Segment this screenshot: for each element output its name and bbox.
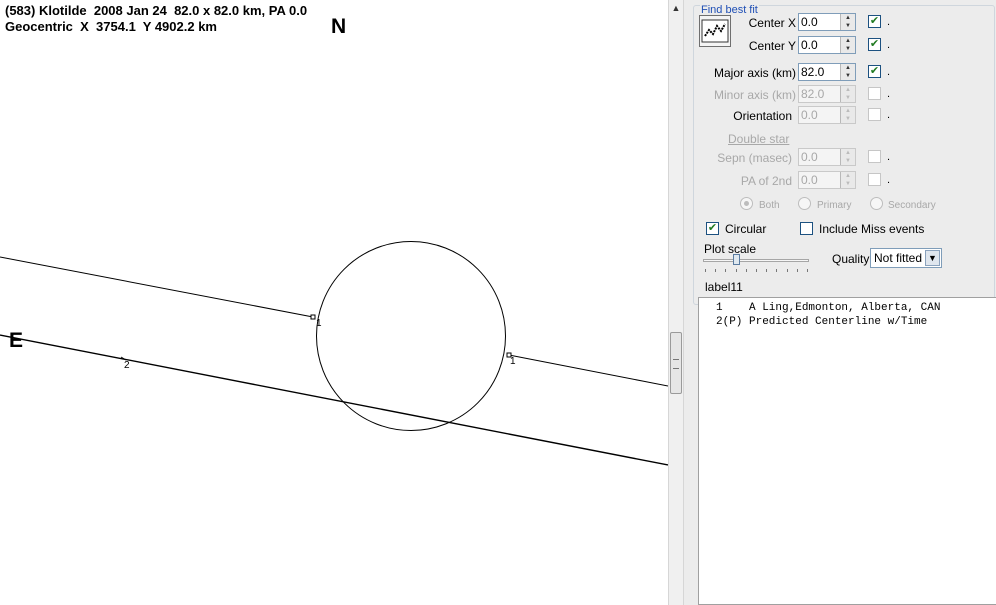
- chord-label: 1: [510, 356, 516, 367]
- slider-tick: [705, 269, 706, 272]
- radio-primary[interactable]: [798, 197, 811, 210]
- spinner-arrows-icon[interactable]: ▲ ▼: [840, 107, 855, 123]
- scrollbar-thumb[interactable]: [670, 332, 682, 394]
- include-miss-checkbox[interactable]: [800, 222, 813, 235]
- chord-label: 2: [124, 360, 130, 371]
- slider-thumb[interactable]: [733, 254, 740, 265]
- radio-both-label: Both: [759, 200, 780, 211]
- checkbox-suffix: .: [887, 151, 891, 163]
- slider-tick: [736, 269, 737, 272]
- slider-track: [703, 259, 809, 262]
- minor-axis-label: Minor axis (km): [713, 88, 796, 102]
- chord-line-1-west: [0, 256, 314, 318]
- spinner-arrows-icon[interactable]: ▲ ▼: [840, 64, 855, 80]
- checkbox-suffix: .: [887, 88, 891, 100]
- plot-canvas: [0, 241, 668, 466]
- center-y-spinner[interactable]: ▲▼: [798, 36, 856, 54]
- find-best-fit-button[interactable]: [699, 15, 731, 47]
- sepn-input[interactable]: [799, 149, 843, 165]
- pa-2nd-checkbox[interactable]: [868, 173, 881, 186]
- plot-header-coords: Geocentric X 3754.1 Y 4902.2 km: [5, 19, 217, 34]
- orientation-spinner[interactable]: ▲▼: [798, 106, 856, 124]
- minor-axis-spinner[interactable]: ▲▼: [798, 85, 856, 103]
- spinner-arrows-icon[interactable]: ▲ ▼: [840, 14, 855, 30]
- major-axis-input[interactable]: [799, 64, 843, 80]
- plot-scale-slider[interactable]: [703, 254, 809, 277]
- fit-settings-panel: Find best fit Center X ▲▼ ✔ . Center Y ▲…: [692, 0, 996, 605]
- spinner-arrows-icon[interactable]: ▲ ▼: [840, 37, 855, 53]
- checkbox-suffix: .: [887, 174, 891, 186]
- list-item[interactable]: 2(P) Predicted Centerline w/Time: [716, 316, 927, 328]
- center-x-checkbox[interactable]: ✔: [868, 15, 881, 28]
- chord-1-disappear-marker: [310, 314, 316, 320]
- slider-tick: [756, 269, 757, 272]
- quality-value: Not fitted: [874, 251, 923, 265]
- circular-checkbox[interactable]: ✔: [706, 222, 719, 235]
- orientation-label: Orientation: [733, 109, 792, 123]
- north-label: N: [331, 15, 347, 38]
- slider-tick: [797, 269, 798, 272]
- checkbox-suffix: .: [887, 66, 891, 78]
- chart-fit-icon: [701, 19, 729, 43]
- spinner-arrows-icon[interactable]: ▲ ▼: [840, 172, 855, 188]
- center-x-spinner[interactable]: ▲▼: [798, 13, 856, 31]
- center-y-checkbox[interactable]: ✔: [868, 38, 881, 51]
- slider-tick: [715, 269, 716, 272]
- major-axis-checkbox[interactable]: ✔: [868, 65, 881, 78]
- circular-label: Circular: [725, 222, 767, 236]
- splitter[interactable]: [684, 0, 692, 605]
- include-miss-label: Include Miss events: [819, 222, 925, 236]
- center-y-input[interactable]: [799, 37, 843, 53]
- observer-list[interactable]: 1 A Ling,Edmonton, Alberta, CAN 2(P) Pre…: [698, 297, 996, 605]
- spinner-arrows-icon[interactable]: ▲ ▼: [840, 149, 855, 165]
- checkbox-suffix: .: [887, 39, 891, 51]
- quality-select[interactable]: Not fitted ▼: [870, 248, 942, 268]
- vertical-scrollbar[interactable]: ▲: [668, 0, 684, 605]
- slider-tick: [787, 269, 788, 272]
- center-y-label: Center Y: [748, 39, 796, 53]
- sepn-spinner[interactable]: ▲▼: [798, 148, 856, 166]
- center-x-input[interactable]: [799, 14, 843, 30]
- minor-axis-input[interactable]: [799, 86, 843, 102]
- center-x-label: Center X: [748, 16, 796, 30]
- orientation-checkbox[interactable]: [868, 108, 881, 121]
- plot-header-title: (583) Klotilde 2008 Jan 24 82.0 x 82.0 k…: [5, 3, 308, 18]
- quality-label: Quality: [832, 252, 870, 266]
- double-star-link[interactable]: Double star: [728, 132, 789, 146]
- checkbox-suffix: .: [887, 109, 891, 121]
- major-axis-spinner[interactable]: ▲▼: [798, 63, 856, 81]
- minor-axis-checkbox[interactable]: [868, 87, 881, 100]
- scroll-up-arrow-icon[interactable]: ▲: [669, 0, 683, 16]
- pa-2nd-input[interactable]: [799, 172, 843, 188]
- major-axis-label: Major axis (km): [713, 66, 796, 80]
- occultation-plot[interactable]: (583) Klotilde 2008 Jan 24 82.0 x 82.0 k…: [0, 0, 668, 605]
- chord-label: 1: [316, 318, 322, 329]
- slider-tick: [807, 269, 808, 272]
- chord-line-2-predicted: [0, 334, 668, 466]
- east-label: E: [9, 329, 24, 352]
- radio-secondary[interactable]: [870, 197, 883, 210]
- radio-secondary-label: Secondary: [888, 200, 936, 211]
- sepn-checkbox[interactable]: [868, 150, 881, 163]
- list-item[interactable]: 1 A Ling,Edmonton, Alberta, CAN: [716, 302, 940, 314]
- radio-both[interactable]: [740, 197, 753, 210]
- pa-2nd-spinner[interactable]: ▲▼: [798, 171, 856, 189]
- slider-tick: [746, 269, 747, 272]
- slider-tick: [776, 269, 777, 272]
- sepn-label: Sepn (masec): [717, 151, 792, 165]
- chord-line-1-east: [508, 354, 668, 387]
- plot-scale-label: Plot scale: [704, 242, 757, 256]
- chevron-down-icon[interactable]: ▼: [925, 250, 940, 266]
- spinner-arrows-icon[interactable]: ▲ ▼: [840, 86, 855, 102]
- pa-2nd-label: PA of 2nd: [740, 174, 792, 188]
- orientation-input[interactable]: [799, 107, 843, 123]
- checkbox-suffix: .: [887, 16, 891, 28]
- observer-list-label: label11: [705, 280, 743, 294]
- slider-tick: [725, 269, 726, 272]
- slider-tick: [766, 269, 767, 272]
- grip-icon: [673, 359, 679, 369]
- radio-primary-label: Primary: [817, 200, 852, 211]
